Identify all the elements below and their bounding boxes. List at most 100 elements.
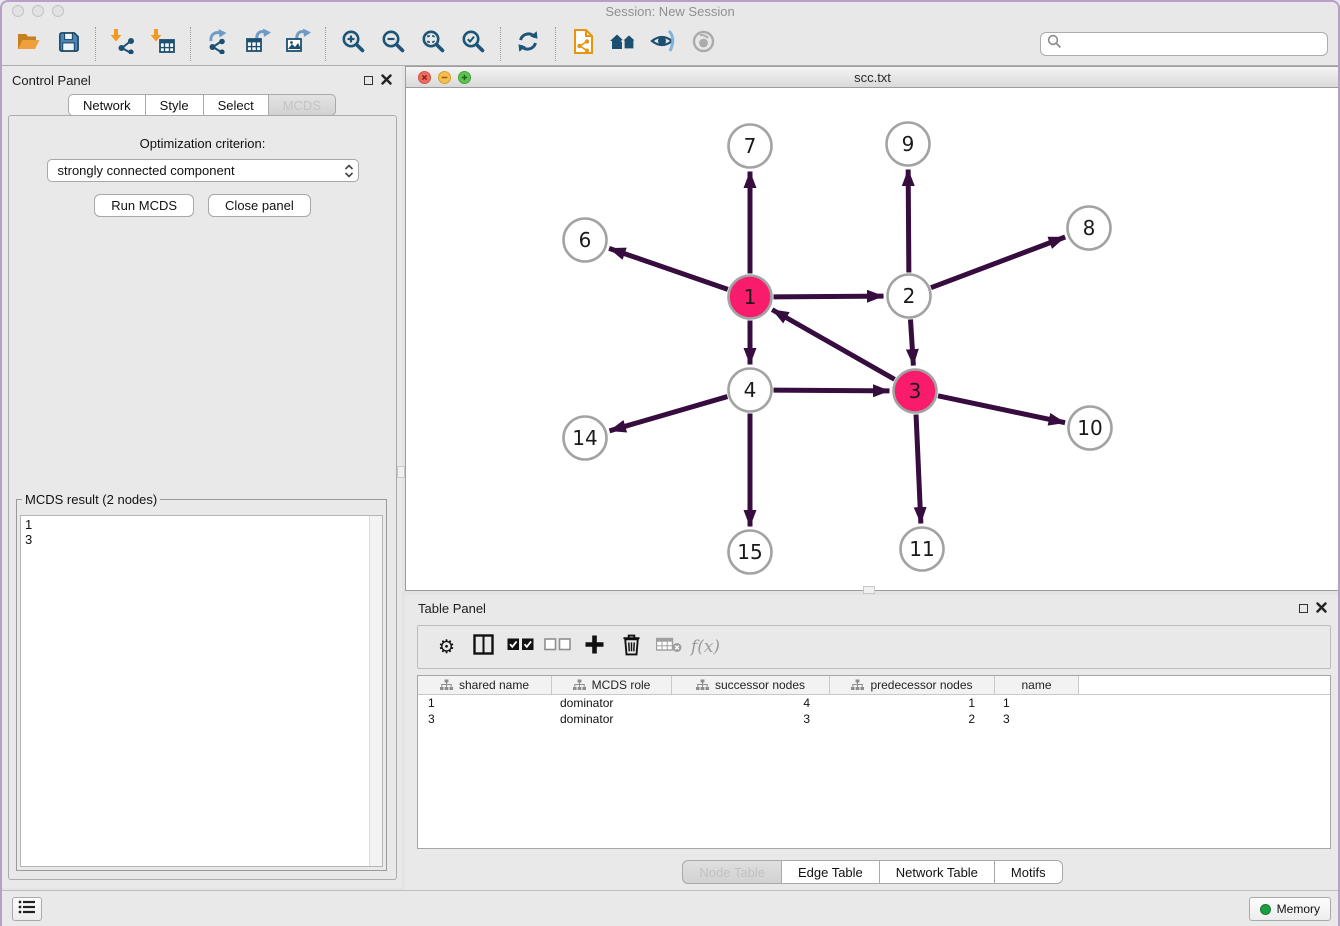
tab-mcds[interactable]: MCDS	[269, 94, 336, 116]
search-field[interactable]	[1040, 32, 1328, 56]
graph-node-label-8: 8	[1083, 216, 1096, 240]
criterion-dropdown[interactable]: strongly connected component	[47, 159, 359, 182]
column-header-shared-name[interactable]: shared name	[418, 676, 552, 694]
graph-edge-3-10[interactable]	[938, 396, 1065, 423]
export-table-icon	[245, 28, 272, 59]
graph-edge-3-11[interactable]	[916, 414, 921, 523]
tab-style[interactable]: Style	[146, 94, 204, 116]
home-button[interactable]	[603, 27, 643, 61]
table-panel-title: Table Panel	[418, 601, 486, 616]
column-header-name[interactable]: name	[995, 676, 1079, 694]
open-session-button[interactable]	[8, 27, 48, 61]
hierarchy-icon	[696, 679, 709, 691]
graph-edge-2-9[interactable]	[908, 169, 909, 272]
network-canvas[interactable]: 1234678910111415	[406, 88, 1339, 590]
table-settings-button[interactable]: ⚙	[428, 630, 465, 664]
memory-button[interactable]: Memory	[1249, 897, 1331, 921]
tab-node-table[interactable]: Node Table	[682, 860, 782, 884]
network-frame-titlebar: scc.txt	[406, 67, 1339, 88]
graph-edge-2-3[interactable]	[910, 319, 913, 365]
graph-edge-1-2[interactable]	[773, 296, 883, 297]
table-row[interactable]: 3 dominator 3 2 3	[418, 711, 1330, 727]
vertical-splitter-handle[interactable]	[397, 466, 405, 478]
horizontal-splitter-handle[interactable]	[863, 586, 875, 594]
column-header-mcds-role[interactable]: MCDS role	[552, 676, 672, 694]
import-network-icon	[110, 28, 136, 59]
control-panel: Control Panel Network Style Select MCDS …	[2, 66, 402, 888]
cell-shared-name[interactable]: 3	[418, 712, 552, 726]
tab-select[interactable]: Select	[204, 94, 269, 116]
tab-network-table[interactable]: Network Table	[880, 860, 995, 884]
cell-predecessor-nodes[interactable]: 1	[830, 696, 995, 710]
zoom-fit-button[interactable]	[413, 27, 453, 61]
delete-table-button	[650, 630, 687, 664]
hierarchy-icon	[573, 679, 586, 691]
status-bar: Memory	[0, 890, 1340, 926]
birds-eye-view-button	[683, 27, 723, 61]
column-header-successor-nodes[interactable]: successor nodes	[672, 676, 830, 694]
import-table-icon	[150, 28, 176, 59]
graph-edge-3-1[interactable]	[772, 310, 894, 380]
cell-shared-name[interactable]: 1	[418, 696, 552, 710]
zoom-selected-icon	[461, 29, 485, 58]
cell-predecessor-nodes[interactable]: 2	[830, 712, 995, 726]
file-network-icon	[571, 28, 596, 60]
hierarchy-icon	[440, 679, 453, 691]
trash-icon	[621, 633, 642, 661]
tab-motifs[interactable]: Motifs	[995, 860, 1063, 884]
graph-edge-2-8[interactable]	[931, 237, 1065, 288]
memory-status-icon	[1260, 904, 1271, 915]
tab-network[interactable]: Network	[68, 94, 146, 116]
column-header-predecessor-nodes[interactable]: predecessor nodes	[830, 676, 995, 694]
export-image-button[interactable]	[278, 27, 318, 61]
import-table-button[interactable]	[143, 27, 183, 61]
delete-column-button[interactable]	[613, 630, 650, 664]
mcds-result-title: MCDS result (2 nodes)	[22, 492, 160, 507]
cell-mcds-role[interactable]: dominator	[552, 696, 672, 710]
show-columns-button[interactable]	[465, 630, 502, 664]
close-table-panel-icon[interactable]	[1316, 601, 1327, 616]
export-network-button[interactable]	[198, 27, 238, 61]
app-titlebar: Session: New Session	[0, 0, 1340, 22]
tab-edge-table[interactable]: Edge Table	[782, 860, 880, 884]
task-history-button[interactable]	[12, 897, 42, 921]
new-network-from-file-button[interactable]	[563, 27, 603, 61]
result-scrollbar[interactable]	[369, 516, 382, 866]
zoom-in-button[interactable]	[333, 27, 373, 61]
graph-node-label-15: 15	[737, 540, 762, 564]
table-row[interactable]: 1 dominator 4 1 1	[418, 695, 1330, 711]
save-session-button[interactable]	[48, 27, 88, 61]
close-panel-icon[interactable]	[381, 73, 392, 88]
create-column-button[interactable]	[576, 630, 613, 664]
select-all-columns-button[interactable]	[502, 630, 539, 664]
float-table-panel-icon[interactable]	[1299, 604, 1308, 613]
zoom-in-icon	[341, 29, 365, 58]
mcds-result-textarea[interactable]: 1 3	[21, 516, 369, 866]
float-panel-icon[interactable]	[364, 76, 373, 85]
cell-name[interactable]: 1	[995, 696, 1079, 710]
unselect-all-columns-button[interactable]	[539, 630, 576, 664]
graph-node-label-4: 4	[744, 378, 757, 402]
export-table-button[interactable]	[238, 27, 278, 61]
cell-mcds-role[interactable]: dominator	[552, 712, 672, 726]
cell-successor-nodes[interactable]: 4	[672, 696, 830, 710]
node-table-header: shared name MCDS role successor nodes pr…	[418, 676, 1330, 695]
list-icon	[18, 899, 36, 920]
cell-successor-nodes[interactable]: 3	[672, 712, 830, 726]
graphics-details-button[interactable]	[643, 27, 683, 61]
zoom-fit-icon	[421, 29, 445, 58]
zoom-out-button[interactable]	[373, 27, 413, 61]
close-panel-button[interactable]: Close panel	[208, 194, 311, 217]
import-network-button[interactable]	[103, 27, 143, 61]
graph-edge-4-14[interactable]	[609, 397, 727, 431]
run-mcds-button[interactable]: Run MCDS	[94, 194, 194, 217]
zoom-selected-button[interactable]	[453, 27, 493, 61]
hierarchy-icon	[851, 679, 864, 691]
cell-name[interactable]: 3	[995, 712, 1079, 726]
search-input[interactable]	[1062, 36, 1321, 51]
refresh-button[interactable]	[508, 27, 548, 61]
eye-disabled-icon	[691, 29, 716, 59]
graph-edge-4-3[interactable]	[773, 390, 889, 391]
graph-node-label-7: 7	[744, 134, 757, 158]
graph-edge-1-6[interactable]	[609, 248, 728, 289]
